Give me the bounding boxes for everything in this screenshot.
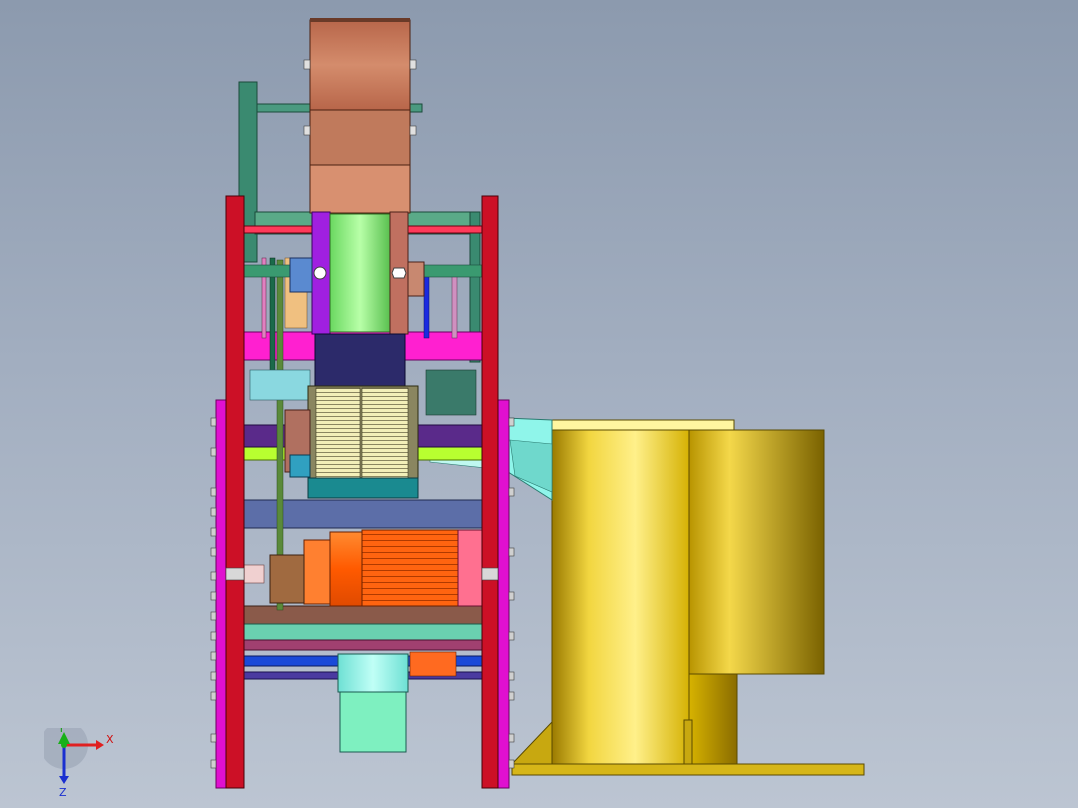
z-axis-label: Z <box>59 786 67 798</box>
x-axis-label: X <box>106 733 114 746</box>
housing-block[interactable] <box>314 333 406 387</box>
bottom-wheel[interactable] <box>337 651 457 753</box>
hopper-bin[interactable] <box>510 419 865 776</box>
cad-viewport[interactable]: X Y Z <box>0 0 1078 808</box>
assembly-model[interactable] <box>0 0 1078 808</box>
top-gearbox[interactable] <box>303 18 417 214</box>
coordinate-triad-icon: X Y Z <box>44 728 114 798</box>
gear-pair[interactable] <box>284 385 419 499</box>
y-axis-label: Y <box>57 728 65 735</box>
